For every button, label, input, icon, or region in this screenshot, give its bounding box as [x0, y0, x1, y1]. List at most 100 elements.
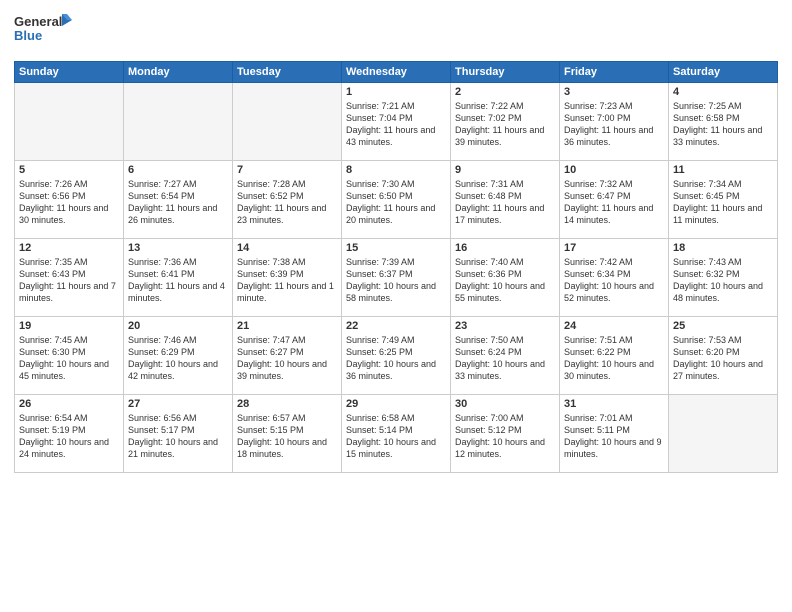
calendar-week-row: 1Sunrise: 7:21 AM Sunset: 7:04 PM Daylig… — [15, 83, 778, 161]
day-number: 13 — [128, 242, 228, 254]
calendar-day-cell: 12 Sunrise: 7:35 AM Sunset: 6:43 PM Dayli… — [15, 239, 124, 317]
calendar-day-cell: 19 Sunrise: 7:45 AM Sunset: 6:30 PM Dayli… — [15, 317, 124, 395]
calendar-day-cell: 3 Sunrise: 7:23 AM Sunset: 7:00 PM Daylig… — [560, 83, 669, 161]
calendar-day-cell: 15 Sunrise: 7:39 AM Sunset: 6:37 PM Dayli… — [342, 239, 451, 317]
calendar-day-cell: 27Sunrise: 6:56 AM Sunset: 5:17 PM Dayli… — [124, 395, 233, 473]
day-info: Sunrise: 7:50 AM Sunset: 6:24 PM Dayligh… — [455, 334, 555, 383]
day-number: 24 — [564, 320, 664, 332]
day-number: 18 — [673, 242, 773, 254]
day-number: 15 — [346, 242, 446, 254]
day-info: Sunrise: 7:32 AM Sunset: 6:47 PM Dayligh… — [564, 178, 664, 227]
calendar-week-row: 5 Sunrise: 7:26 AM Sunset: 6:56 PM Daylig… — [15, 161, 778, 239]
svg-text:Blue: Blue — [14, 28, 42, 43]
calendar-table: SundayMondayTuesdayWednesdayThursdayFrid… — [14, 61, 778, 473]
day-number: 30 — [455, 398, 555, 410]
calendar-day-cell: 16 Sunrise: 7:40 AM Sunset: 6:36 PM Dayli… — [451, 239, 560, 317]
day-number: 21 — [237, 320, 337, 332]
day-number: 25 — [673, 320, 773, 332]
day-info: Sunrise: 7:22 AM Sunset: 7:02 PM Dayligh… — [455, 100, 555, 149]
calendar-day-cell: 13 Sunrise: 7:36 AM Sunset: 6:41 PM Dayli… — [124, 239, 233, 317]
day-info: Sunrise: 7:40 AM Sunset: 6:36 PM Dayligh… — [455, 256, 555, 305]
calendar-day-cell: 14 Sunrise: 7:38 AM Sunset: 6:39 PM Dayli… — [233, 239, 342, 317]
day-info: Sunrise: 7:21 AM Sunset: 7:04 PM Dayligh… — [346, 100, 446, 149]
day-number: 28 — [237, 398, 337, 410]
calendar-day-cell — [669, 395, 778, 473]
day-info: Sunrise: 7:53 AM Sunset: 6:20 PM Dayligh… — [673, 334, 773, 383]
logo-area: General Blue — [14, 10, 74, 53]
day-number: 23 — [455, 320, 555, 332]
day-info: Sunrise: 7:31 AM Sunset: 6:48 PM Dayligh… — [455, 178, 555, 227]
day-info: Sunrise: 7:23 AM Sunset: 7:00 PM Dayligh… — [564, 100, 664, 149]
day-info: Sunrise: 7:25 AM Sunset: 6:58 PM Dayligh… — [673, 100, 773, 149]
calendar-day-cell: 10 Sunrise: 7:32 AM Sunset: 6:47 PM Dayli… — [560, 161, 669, 239]
calendar-week-row: 26 Sunrise: 6:54 AM Sunset: 5:19 PM Dayli… — [15, 395, 778, 473]
day-number: 14 — [237, 242, 337, 254]
calendar-day-cell: 9 Sunrise: 7:31 AM Sunset: 6:48 PM Daylig… — [451, 161, 560, 239]
day-info: Sunrise: 7:46 AM Sunset: 6:29 PM Dayligh… — [128, 334, 228, 383]
day-info: Sunrise: 7:30 AM Sunset: 6:50 PM Dayligh… — [346, 178, 446, 227]
day-header-monday: Monday — [124, 62, 233, 83]
day-number: 7 — [237, 164, 337, 176]
day-info: Sunrise: 7:26 AM Sunset: 6:56 PM Dayligh… — [19, 178, 119, 227]
calendar-day-cell: 7Sunrise: 7:28 AM Sunset: 6:52 PM Daylig… — [233, 161, 342, 239]
day-number: 12 — [19, 242, 119, 254]
day-info: Sunrise: 6:57 AM Sunset: 5:15 PM Dayligh… — [237, 412, 337, 461]
calendar-day-cell: 24 Sunrise: 7:51 AM Sunset: 6:22 PM Dayli… — [560, 317, 669, 395]
calendar-day-cell: 29 Sunrise: 6:58 AM Sunset: 5:14 PM Dayli… — [342, 395, 451, 473]
logo: General Blue — [14, 10, 74, 53]
day-number: 27 — [128, 398, 228, 410]
svg-text:General: General — [14, 14, 62, 29]
calendar-day-cell: 25 Sunrise: 7:53 AM Sunset: 6:20 PM Dayli… — [669, 317, 778, 395]
calendar-week-row: 19 Sunrise: 7:45 AM Sunset: 6:30 PM Dayli… — [15, 317, 778, 395]
day-number: 5 — [19, 164, 119, 176]
calendar-day-cell: 20 Sunrise: 7:46 AM Sunset: 6:29 PM Dayli… — [124, 317, 233, 395]
day-info: Sunrise: 6:54 AM Sunset: 5:19 PM Dayligh… — [19, 412, 119, 461]
calendar-day-cell: 2Sunrise: 7:22 AM Sunset: 7:02 PM Daylig… — [451, 83, 560, 161]
day-info: Sunrise: 7:35 AM Sunset: 6:43 PM Dayligh… — [19, 256, 119, 305]
day-info: Sunrise: 7:38 AM Sunset: 6:39 PM Dayligh… — [237, 256, 337, 305]
day-number: 3 — [564, 86, 664, 98]
calendar-day-cell — [124, 83, 233, 161]
day-header-tuesday: Tuesday — [233, 62, 342, 83]
day-header-saturday: Saturday — [669, 62, 778, 83]
calendar-day-cell: 1Sunrise: 7:21 AM Sunset: 7:04 PM Daylig… — [342, 83, 451, 161]
day-number: 10 — [564, 164, 664, 176]
day-number: 31 — [564, 398, 664, 410]
day-info: Sunrise: 7:51 AM Sunset: 6:22 PM Dayligh… — [564, 334, 664, 383]
day-number: 29 — [346, 398, 446, 410]
day-number: 9 — [455, 164, 555, 176]
calendar-day-cell: 23 Sunrise: 7:50 AM Sunset: 6:24 PM Dayli… — [451, 317, 560, 395]
calendar-day-cell: 28 Sunrise: 6:57 AM Sunset: 5:15 PM Dayli… — [233, 395, 342, 473]
calendar-day-cell: 22Sunrise: 7:49 AM Sunset: 6:25 PM Dayli… — [342, 317, 451, 395]
day-number: 6 — [128, 164, 228, 176]
calendar-day-cell: 21 Sunrise: 7:47 AM Sunset: 6:27 PM Dayli… — [233, 317, 342, 395]
day-number: 22 — [346, 320, 446, 332]
day-info: Sunrise: 7:01 AM Sunset: 5:11 PM Dayligh… — [564, 412, 664, 461]
day-info: Sunrise: 7:39 AM Sunset: 6:37 PM Dayligh… — [346, 256, 446, 305]
day-number: 26 — [19, 398, 119, 410]
calendar-day-cell: 26 Sunrise: 6:54 AM Sunset: 5:19 PM Dayli… — [15, 395, 124, 473]
calendar-day-cell: 11 Sunrise: 7:34 AM Sunset: 6:45 PM Dayli… — [669, 161, 778, 239]
day-number: 20 — [128, 320, 228, 332]
day-header-wednesday: Wednesday — [342, 62, 451, 83]
day-info: Sunrise: 7:34 AM Sunset: 6:45 PM Dayligh… — [673, 178, 773, 227]
day-info: Sunrise: 7:47 AM Sunset: 6:27 PM Dayligh… — [237, 334, 337, 383]
day-number: 19 — [19, 320, 119, 332]
day-info: Sunrise: 7:36 AM Sunset: 6:41 PM Dayligh… — [128, 256, 228, 305]
day-info: Sunrise: 6:58 AM Sunset: 5:14 PM Dayligh… — [346, 412, 446, 461]
page: General Blue SundayMondayTuesdayWednesda… — [0, 0, 792, 612]
day-info: Sunrise: 7:43 AM Sunset: 6:32 PM Dayligh… — [673, 256, 773, 305]
calendar-day-cell: 4Sunrise: 7:25 AM Sunset: 6:58 PM Daylig… — [669, 83, 778, 161]
day-info: Sunrise: 7:00 AM Sunset: 5:12 PM Dayligh… — [455, 412, 555, 461]
day-info: Sunrise: 7:45 AM Sunset: 6:30 PM Dayligh… — [19, 334, 119, 383]
day-number: 8 — [346, 164, 446, 176]
logo-svg: General Blue — [14, 10, 74, 48]
day-number: 11 — [673, 164, 773, 176]
calendar-day-cell: 18 Sunrise: 7:43 AM Sunset: 6:32 PM Dayli… — [669, 239, 778, 317]
day-info: Sunrise: 7:27 AM Sunset: 6:54 PM Dayligh… — [128, 178, 228, 227]
day-number: 16 — [455, 242, 555, 254]
day-info: Sunrise: 7:42 AM Sunset: 6:34 PM Dayligh… — [564, 256, 664, 305]
calendar-day-cell: 5 Sunrise: 7:26 AM Sunset: 6:56 PM Daylig… — [15, 161, 124, 239]
calendar-week-row: 12 Sunrise: 7:35 AM Sunset: 6:43 PM Dayli… — [15, 239, 778, 317]
day-header-friday: Friday — [560, 62, 669, 83]
